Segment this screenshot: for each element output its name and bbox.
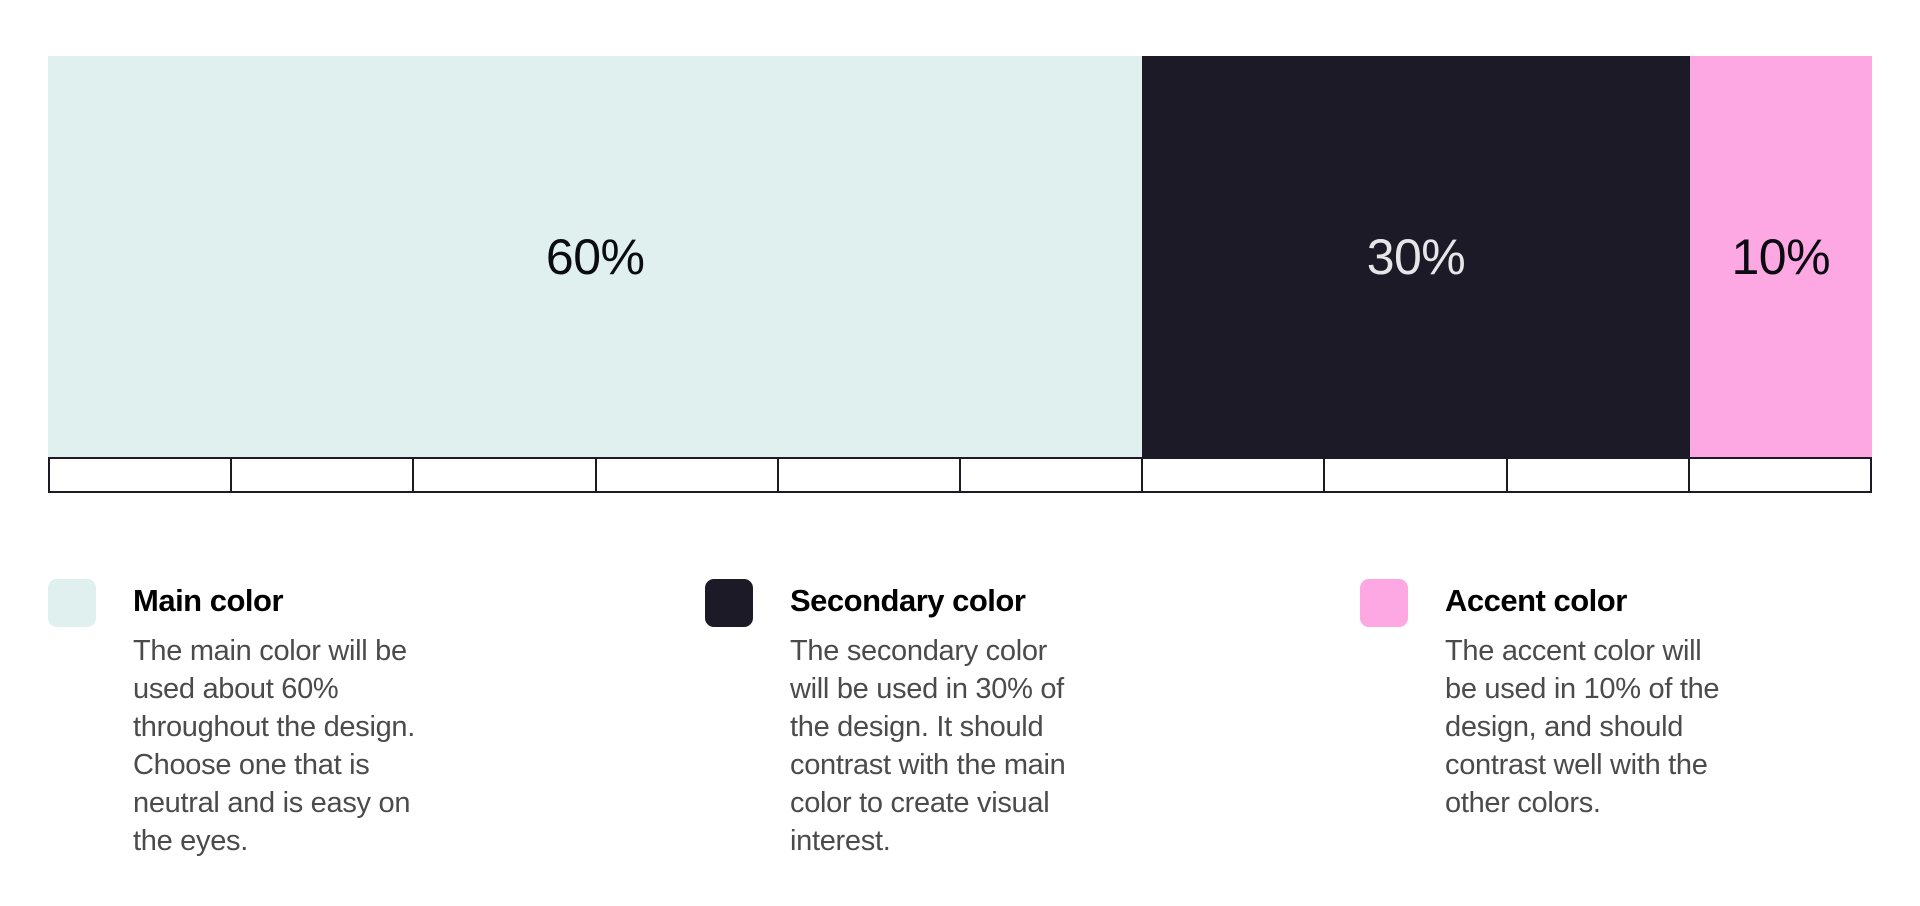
description-line: the eyes.	[133, 825, 248, 857]
description-line: The main color will be	[133, 635, 407, 667]
description-line: the design. It should	[790, 711, 1044, 743]
secondary-color-title: Secondary color	[790, 583, 1026, 618]
description-line: The secondary color	[790, 635, 1048, 667]
main-color-description: The main color will be used about 60% th…	[133, 632, 415, 860]
description-line: contrast well with the	[1445, 749, 1708, 781]
accent-color-description: The accent color will be used in 10% of …	[1445, 632, 1720, 822]
ruler-cell	[50, 459, 230, 491]
description-line: other colors.	[1445, 787, 1601, 819]
main-color-swatch	[48, 579, 96, 627]
ruler-cell	[1323, 459, 1505, 491]
segment-accent-label: 10%	[1731, 229, 1831, 285]
proportion-bar: 60% 30% 10%	[48, 56, 1872, 458]
ruler-cell	[230, 459, 412, 491]
segment-secondary-label: 30%	[1366, 229, 1466, 285]
scale-ruler	[48, 457, 1872, 493]
description-line: design, and should	[1445, 711, 1684, 743]
accent-color-title: Accent color	[1445, 583, 1627, 618]
ruler-cell	[412, 459, 594, 491]
ruler-cell	[1141, 459, 1323, 491]
segment-secondary: 30%	[1142, 56, 1690, 458]
secondary-color-swatch	[705, 579, 753, 627]
description-line: The accent color will	[1445, 635, 1702, 667]
description-line: throughout the design.	[133, 711, 416, 743]
description-line: contrast with the main	[790, 749, 1066, 781]
legend: Main color The main color will be used a…	[48, 579, 1872, 879]
ruler-cell	[959, 459, 1141, 491]
description-line: neutral and is easy on	[133, 787, 411, 819]
ruler-cell	[1505, 459, 1688, 491]
ruler-cell	[776, 459, 959, 491]
secondary-color-description: The secondary color will be used in 30% …	[790, 632, 1066, 860]
segment-main: 60%	[48, 56, 1143, 458]
description-line: used about 60%	[133, 673, 339, 705]
ruler-cell	[1687, 459, 1870, 491]
accent-color-swatch	[1360, 579, 1408, 627]
description-line: color to create visual	[790, 787, 1050, 819]
segment-main-label: 60%	[545, 229, 645, 285]
ruler-cell	[594, 459, 777, 491]
main-color-title: Main color	[133, 583, 284, 618]
description-line: Choose one that is	[133, 749, 370, 781]
segment-accent: 10%	[1689, 56, 1872, 458]
description-line: will be used in 30% of	[790, 673, 1064, 705]
description-line: interest.	[790, 825, 891, 857]
description-line: be used in 10% of the	[1445, 673, 1720, 705]
color-rule-diagram: 60% 30% 10% Main color The main color wi…	[0, 0, 1920, 906]
